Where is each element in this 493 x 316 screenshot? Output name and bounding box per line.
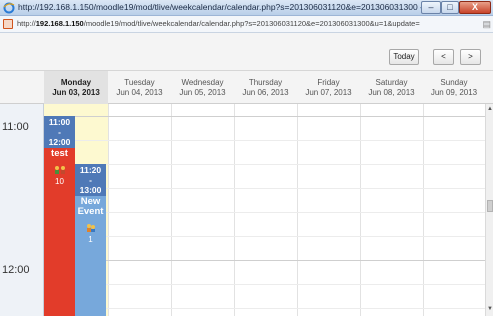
day-name: Tuesday [124,78,155,87]
slot-line [44,164,485,165]
participants-icon [86,224,95,232]
slot-line [44,212,485,213]
day-name: Thursday [248,78,283,87]
day-header-monday: Monday Jun 03, 2013 [44,71,108,104]
event-title: New Event [77,196,104,217]
day-date: Jun 04, 2013 [116,88,163,97]
page-icon [3,19,13,29]
day-header-tuesday: Tuesday Jun 04, 2013 [108,71,171,104]
time-gutter: 11:00 12:00 [0,104,44,316]
event-time-range: 11:00 - 12:00 [44,116,75,148]
scroll-up-arrow-icon[interactable]: ▲ [486,106,493,112]
event-participant-count: 10 [55,177,64,186]
day-date: Jun 09, 2013 [430,88,478,97]
day-date: Jun 06, 2013 [242,88,289,97]
time-label: 11:00 [2,121,29,133]
day-header: Monday Jun 03, 2013 Tuesday Jun 04, 2013… [0,71,493,104]
minimize-button[interactable]: – [421,1,441,14]
slot-line [44,140,485,141]
close-button[interactable]: X [459,1,491,14]
previous-week-button[interactable]: < [433,49,454,65]
window-title: http://192.168.1.150/moodle19/mod/tlive/… [18,2,491,12]
day-name: Monday [60,78,92,87]
event-title: test [51,148,68,159]
slot-line [44,284,485,285]
scroll-thumb[interactable] [487,200,493,212]
day-date: Jun 07, 2013 [305,88,352,97]
day-header-wednesday: Wednesday Jun 05, 2013 [171,71,234,104]
day-header-sunday: Sunday Jun 09, 2013 [423,71,485,104]
day-header-thursday: Thursday Jun 06, 2013 [234,71,297,104]
day-date: Jun 05, 2013 [179,88,226,97]
maximize-button[interactable]: □ [441,1,459,14]
day-name: Wednesday [181,78,224,87]
event-participant-count: 1 [88,235,93,244]
day-name: Friday [317,78,340,87]
time-label: 12:00 [2,264,30,276]
vertical-scrollbar[interactable]: ▲ ▼ [485,104,493,316]
page-status-icon: ▤ [482,19,491,29]
day-name: Saturday [375,78,408,87]
url-host: 192.168.1.150 [35,19,84,28]
browser-window: http://192.168.1.150/moodle19/mod/tlive/… [0,0,493,316]
internet-explorer-icon [3,2,15,14]
day-header-saturday: Saturday Jun 08, 2013 [360,71,423,104]
scroll-down-arrow-icon[interactable]: ▼ [486,306,493,312]
event-time-separator: - [89,175,92,185]
event-time-range: 11:20 - 13:00 [75,164,106,196]
hour-line [44,116,485,117]
address-bar[interactable]: http://192.168.1.150/moodle19/mod/tlive/… [0,16,493,33]
slot-line [44,236,485,237]
event-start-time: 11:00 [48,117,71,127]
event-end-time: 12:00 [48,137,71,147]
event-end-time: 13:00 [79,185,102,195]
day-name: Sunday [440,78,468,87]
slot-line [44,308,485,309]
title-bar: http://192.168.1.150/moodle19/mod/tlive/… [0,0,493,16]
week-grid[interactable]: 11:00 12:00 11:00 - 12:00 test 10 11:20 … [0,104,485,316]
next-week-button[interactable]: > [460,49,481,65]
calendar-event-new-event[interactable]: 11:20 - 13:00 New Event 1 [75,164,106,316]
calendar-event-test[interactable]: 11:00 - 12:00 test 10 [44,116,75,316]
url-prefix: http:// [17,19,36,28]
event-time-separator: - [58,127,61,137]
window-controls: – □ X [421,1,491,14]
url-path: /moodle19/mod/tlive/weekcalendar/calenda… [83,19,420,28]
today-button[interactable]: Today [389,49,419,65]
day-date: Jun 03, 2013 [52,88,100,97]
slot-line [44,188,485,189]
day-header-friday: Friday Jun 07, 2013 [297,71,360,104]
event-start-time: 11:20 [79,165,102,175]
participants-icon [54,166,65,174]
calendar-toolbar: Today < > [0,33,493,71]
address-url[interactable]: http://192.168.1.150/moodle19/mod/tlive/… [17,19,420,28]
day-date: Jun 08, 2013 [368,88,415,97]
hour-line [44,260,485,261]
